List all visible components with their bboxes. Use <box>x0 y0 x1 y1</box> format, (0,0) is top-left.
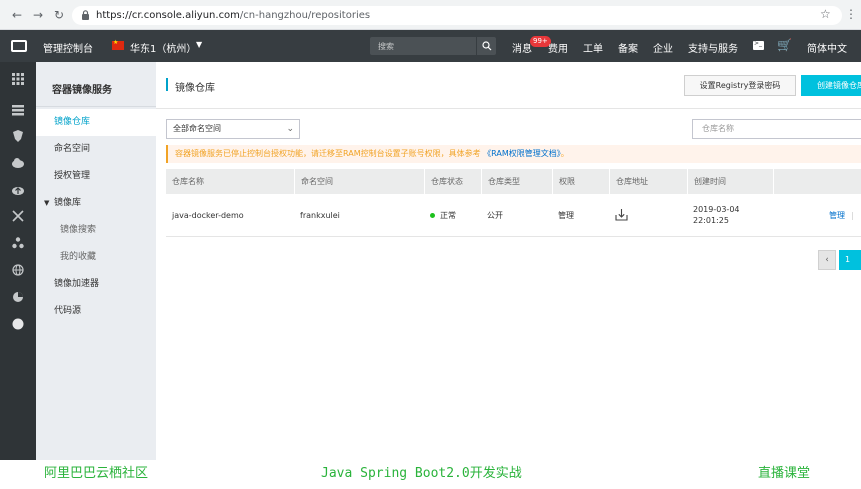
status-ok-dot <box>430 213 435 218</box>
download-icon[interactable] <box>615 208 628 221</box>
globe-icon[interactable] <box>12 264 24 276</box>
forward-icon[interactable]: → <box>31 8 45 22</box>
column-header-name: 仓库名称 <box>172 177 204 186</box>
chevron-down-icon: ⌄ <box>286 124 294 134</box>
search-icon <box>482 41 492 51</box>
sidebar-item-image-library[interactable]: ▼ 镜像库 <box>36 190 156 217</box>
grid-menu-icon[interactable] <box>12 73 24 85</box>
column-header-namespace: 命名空间 <box>294 169 424 194</box>
circle-icon[interactable] <box>12 318 24 330</box>
sidebar-item-accelerator[interactable]: 镜像加速器 <box>36 271 156 298</box>
page-header: 镜像仓库 设置Registry登录密码 创建镜像仓库 <box>156 62 861 109</box>
console-title[interactable]: 管理控制台 <box>43 40 93 55</box>
pagination-prev-button[interactable]: ‹ <box>818 250 836 270</box>
create-repository-button[interactable]: 创建镜像仓库 <box>801 75 861 96</box>
back-icon[interactable]: ← <box>10 8 24 22</box>
table-row: java-docker-demo frankxulei 正常 公开 管理 201… <box>166 194 861 237</box>
nav-messages[interactable]: 消息 <box>512 40 532 55</box>
reload-icon[interactable]: ↻ <box>52 8 66 22</box>
manage-link[interactable]: 管理 <box>829 194 845 237</box>
repo-type: 公开 <box>487 211 503 220</box>
address-bar[interactable]: https://cr.console.aliyun.com/cn-hangzho… <box>72 6 842 25</box>
sidebar-title: 容器镜像服务 <box>52 85 112 96</box>
column-header-type: 仓库类型 <box>481 169 552 194</box>
notice-banner: 容器镜像服务已停止控制台授权功能，请迁移至RAM控制台设置子账号权限，具体参考 … <box>166 145 861 163</box>
sidebar-item-code-source[interactable]: 代码源 <box>36 298 156 325</box>
footer-right-text: 直播课堂 <box>758 466 811 481</box>
repo-created-time: 2019-03-04 22:01:25 <box>693 205 740 225</box>
product-sidebar: 容器镜像服务 镜像仓库 命名空间 授权管理 ▼ 镜像库 镜像搜索 我的收藏 镜像… <box>36 62 156 460</box>
set-registry-password-button[interactable]: 设置Registry登录密码 <box>684 75 796 96</box>
sidebar-item-image-search[interactable]: 镜像搜索 <box>36 217 156 244</box>
footer-left-text: 阿里巴巴云栖社区 <box>44 466 149 481</box>
nav-tickets[interactable]: 工单 <box>583 40 603 55</box>
top-navigation: 管理控制台 华东1（杭州） ▼ 搜索 消息 99+ 费用 工单 备案 企业 支持… <box>0 30 861 62</box>
repo-permission: 管理 <box>558 211 574 220</box>
nav-support[interactable]: 支持与服务 <box>688 40 738 55</box>
sidebar-item-namespaces[interactable]: 命名空间 <box>36 136 156 163</box>
search-input[interactable]: 搜索 <box>370 37 496 55</box>
column-header-actions <box>773 169 861 194</box>
browser-toolbar: ← → ↻ https://cr.console.aliyun.com/cn-h… <box>0 0 861 30</box>
url-text: https://cr.console.aliyun.com/cn-hangzho… <box>96 10 371 21</box>
product-icon-rail <box>0 62 36 460</box>
cluster-icon[interactable] <box>12 237 24 249</box>
cloud-icon[interactable] <box>12 157 24 169</box>
server-icon[interactable] <box>12 104 24 116</box>
page-title: 镜像仓库 <box>175 83 215 94</box>
cart-icon[interactable]: 🛒 <box>777 38 792 52</box>
nav-icp-filing[interactable]: 备案 <box>618 40 638 55</box>
namespace-select[interactable]: 全部命名空间 ⌄ <box>166 119 300 139</box>
column-header-permission: 权限 <box>552 169 609 194</box>
data-icon[interactable] <box>12 291 24 303</box>
column-header-status: 仓库状态 <box>424 169 481 194</box>
china-flag-icon <box>112 39 124 50</box>
security-icon[interactable] <box>12 130 24 142</box>
region-selector[interactable]: 华东1（杭州） <box>130 40 196 55</box>
search-button[interactable] <box>476 37 496 55</box>
nav-billing[interactable]: 费用 <box>548 40 568 55</box>
repo-status: 正常 <box>424 194 456 237</box>
browser-menu-icon[interactable]: ⋮ <box>845 7 857 21</box>
terminal-icon[interactable] <box>753 40 764 50</box>
table-header: 仓库名称 命名空间 仓库状态 仓库类型 权限 仓库地址 创建时间 <box>166 169 861 194</box>
sidebar-item-repositories[interactable]: 镜像仓库 <box>36 109 156 136</box>
chevron-down-icon[interactable]: ▼ <box>196 40 202 49</box>
sidebar-item-favorites[interactable]: 我的收藏 <box>36 244 156 271</box>
column-header-created: 创建时间 <box>687 169 773 194</box>
repository-name-input[interactable]: 仓库名称 <box>692 119 861 139</box>
bookmark-star-icon[interactable]: ☆ <box>820 7 831 21</box>
repo-name[interactable]: java-docker-demo <box>166 194 244 237</box>
footer-center-text: Java Spring Boot2.0开发实战 <box>321 466 522 481</box>
pagination-page-1[interactable]: 1 <box>839 250 861 270</box>
action-separator: | <box>851 211 854 220</box>
main-content: 镜像仓库 设置Registry登录密码 创建镜像仓库 全部命名空间 ⌄ 仓库名称… <box>156 62 861 460</box>
network-cross-icon[interactable] <box>12 210 24 222</box>
cloud-upload-icon[interactable] <box>12 184 24 196</box>
title-accent-bar <box>166 78 168 91</box>
lock-icon <box>82 10 89 20</box>
language-selector[interactable]: 简体中文 <box>807 40 847 55</box>
repo-namespace: frankxulei <box>300 211 340 220</box>
caret-down-icon: ▼ <box>44 199 50 207</box>
ram-docs-link[interactable]: 《RAM权限管理文档》 <box>483 149 561 158</box>
nav-enterprise[interactable]: 企业 <box>653 40 673 55</box>
column-header-address: 仓库地址 <box>609 169 687 194</box>
sidebar-item-authorization[interactable]: 授权管理 <box>36 163 156 190</box>
sidebar-divider <box>36 106 156 107</box>
aliyun-logo-icon[interactable] <box>11 40 27 52</box>
video-watermark-footer: 阿里巴巴云栖社区 Java Spring Boot2.0开发实战 直播课堂 <box>0 460 861 489</box>
